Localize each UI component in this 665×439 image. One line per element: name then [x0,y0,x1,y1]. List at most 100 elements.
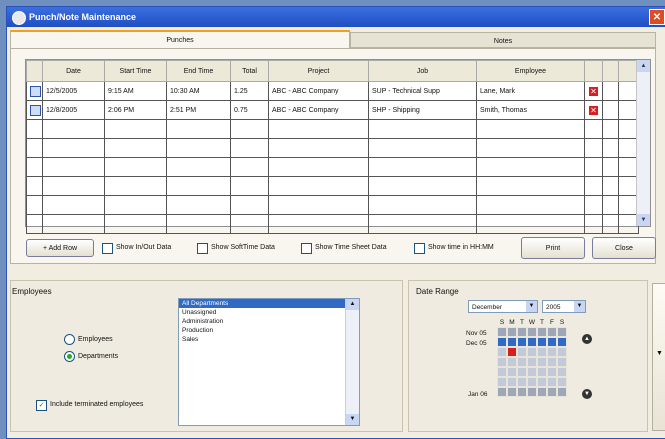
delete-row-icon[interactable]: ✕ [589,105,598,115]
app-icon [12,11,26,25]
scroll-up-icon[interactable]: ▲ [346,299,359,310]
empty-row[interactable] [26,195,639,215]
cell-end[interactable]: 2:51 PM [166,100,231,120]
show-hhmm-checkbox[interactable]: Show time in HH:MM [414,241,494,255]
grid-scrollbar[interactable]: ▲ ▼ [636,60,650,226]
departments-radio[interactable]: Departments [64,351,118,362]
tab-strip: Punches Notes [10,30,656,48]
table-row[interactable]: 12/8/2005 2:06 PM 2:51 PM 0.75 ABC - ABC… [26,100,639,120]
today-marker[interactable] [507,347,517,357]
punch-grid: Date Start Time End Time Total Project J… [25,59,651,234]
week-label-dec: Dec 05 [466,340,487,347]
date-range-title: Date Range [416,287,459,296]
col-date[interactable]: Date [42,60,105,82]
col-project[interactable]: Project [268,60,369,82]
empty-row[interactable] [26,176,639,196]
tab-punches[interactable]: Punches [10,30,350,48]
empty-row[interactable] [26,157,639,177]
window-title: Punch/Note Maintenance [29,12,137,22]
calendar-week-selected[interactable] [497,337,579,347]
empty-row[interactable] [26,138,639,158]
print-button[interactable]: Print [521,237,585,259]
cell-start[interactable]: 9:15 AM [104,81,167,101]
show-inout-checkbox[interactable]: Show In/Out Data [102,241,171,255]
weekday-header: S M T W T F S [499,319,565,326]
cell-end[interactable]: 10:30 AM [166,81,231,101]
punch-table: Date Start Time End Time Total Project J… [26,60,639,234]
expand-panel-button[interactable]: ▼ [652,283,665,431]
col-start-time[interactable]: Start Time [104,60,167,82]
table-row[interactable]: 12/5/2005 9:15 AM 10:30 AM 1.25 ABC - AB… [26,81,639,101]
week-label-jan: Jan 06 [468,391,488,398]
cell-total[interactable]: 1.25 [230,81,269,101]
cell-employee[interactable]: Smith, Thomas [476,100,585,120]
calendar-week[interactable] [497,347,579,357]
include-terminated-checkbox[interactable]: ✓ Include terminated employees [36,398,143,412]
calendar-up-icon[interactable]: ▲ [582,334,592,344]
empty-row[interactable] [26,119,639,139]
cell-project[interactable]: ABC - ABC Company [268,100,369,120]
scroll-down-icon[interactable]: ▼ [346,414,359,425]
col-total[interactable]: Total [230,60,269,82]
employees-title: Employees [12,287,52,296]
year-select[interactable]: 2005 ▼ [542,300,586,313]
tab-notes[interactable]: Notes [350,32,656,48]
cell-date[interactable]: 12/8/2005 [42,100,105,120]
week-label-nov: Nov 05 [466,330,487,337]
calendar-week[interactable] [497,357,579,367]
calendar-week[interactable] [497,367,579,377]
checkbox-icon[interactable] [414,242,425,254]
mini-calendar[interactable]: S M T W T F S [497,318,579,402]
list-item[interactable]: Production [179,326,359,335]
edit-row-icon[interactable] [30,104,41,116]
calendar-week[interactable] [497,377,579,387]
listbox-scrollbar[interactable]: ▲ ▼ [345,299,359,425]
list-item[interactable]: All Departments [179,299,359,308]
col-job[interactable]: Job [368,60,477,82]
edit-row-icon[interactable] [30,85,41,97]
month-select[interactable]: December ▼ [468,300,538,313]
chevron-down-icon[interactable]: ▼ [574,301,585,312]
punches-panel: Date Start Time End Time Total Project J… [10,48,656,264]
header-delete [584,60,603,82]
calendar-week[interactable] [497,387,579,397]
scroll-up-icon[interactable]: ▲ [637,60,650,72]
cell-job[interactable]: SHP - Shipping [368,100,477,120]
cell-start[interactable]: 2:06 PM [104,100,167,120]
cell-date[interactable]: 12/5/2005 [42,81,105,101]
list-item[interactable]: Administration [179,317,359,326]
checkbox-icon[interactable] [102,242,113,254]
header-row: Date Start Time End Time Total Project J… [26,60,639,82]
scroll-down-icon[interactable]: ▼ [637,214,650,226]
checkmark-icon[interactable]: ✓ [36,399,47,411]
department-listbox[interactable]: All Departments Unassigned Administratio… [178,298,360,426]
cell-total[interactable]: 0.75 [230,100,269,120]
calendar-down-icon[interactable]: ▼ [582,389,592,399]
employees-radio[interactable]: Employees [64,334,113,345]
list-item[interactable]: Unassigned [179,308,359,317]
header-extra-1 [602,60,619,82]
checkbox-icon[interactable] [301,242,312,254]
show-timesheet-checkbox[interactable]: Show Time Sheet Data [301,241,387,255]
col-end-time[interactable]: End Time [166,60,231,82]
delete-row-icon[interactable]: ✕ [589,86,598,96]
empty-row[interactable] [26,214,639,234]
checkbox-icon[interactable] [197,242,208,254]
add-row-button[interactable]: + Add Row [26,239,94,257]
close-button[interactable]: Close [592,237,656,259]
cell-project[interactable]: ABC - ABC Company [268,81,369,101]
add-row-plus-icon: + [42,245,48,252]
radio-selected-icon[interactable] [64,351,75,362]
cell-employee[interactable]: Lane, Mark [476,81,585,101]
col-employee[interactable]: Employee [476,60,585,82]
chevron-down-icon[interactable]: ▼ [526,301,537,312]
header-select [26,60,43,82]
close-window-icon[interactable]: ✕ [649,9,665,25]
cell-job[interactable]: SUP - Technical Supp [368,81,477,101]
list-item[interactable]: Sales [179,335,359,344]
title-bar[interactable]: Punch/Note Maintenance ✕ [7,7,665,27]
caret-down-icon: ▼ [656,350,663,357]
calendar-week[interactable] [497,327,579,337]
radio-icon[interactable] [64,334,75,345]
show-softtime-checkbox[interactable]: Show SoftTime Data [197,241,275,255]
